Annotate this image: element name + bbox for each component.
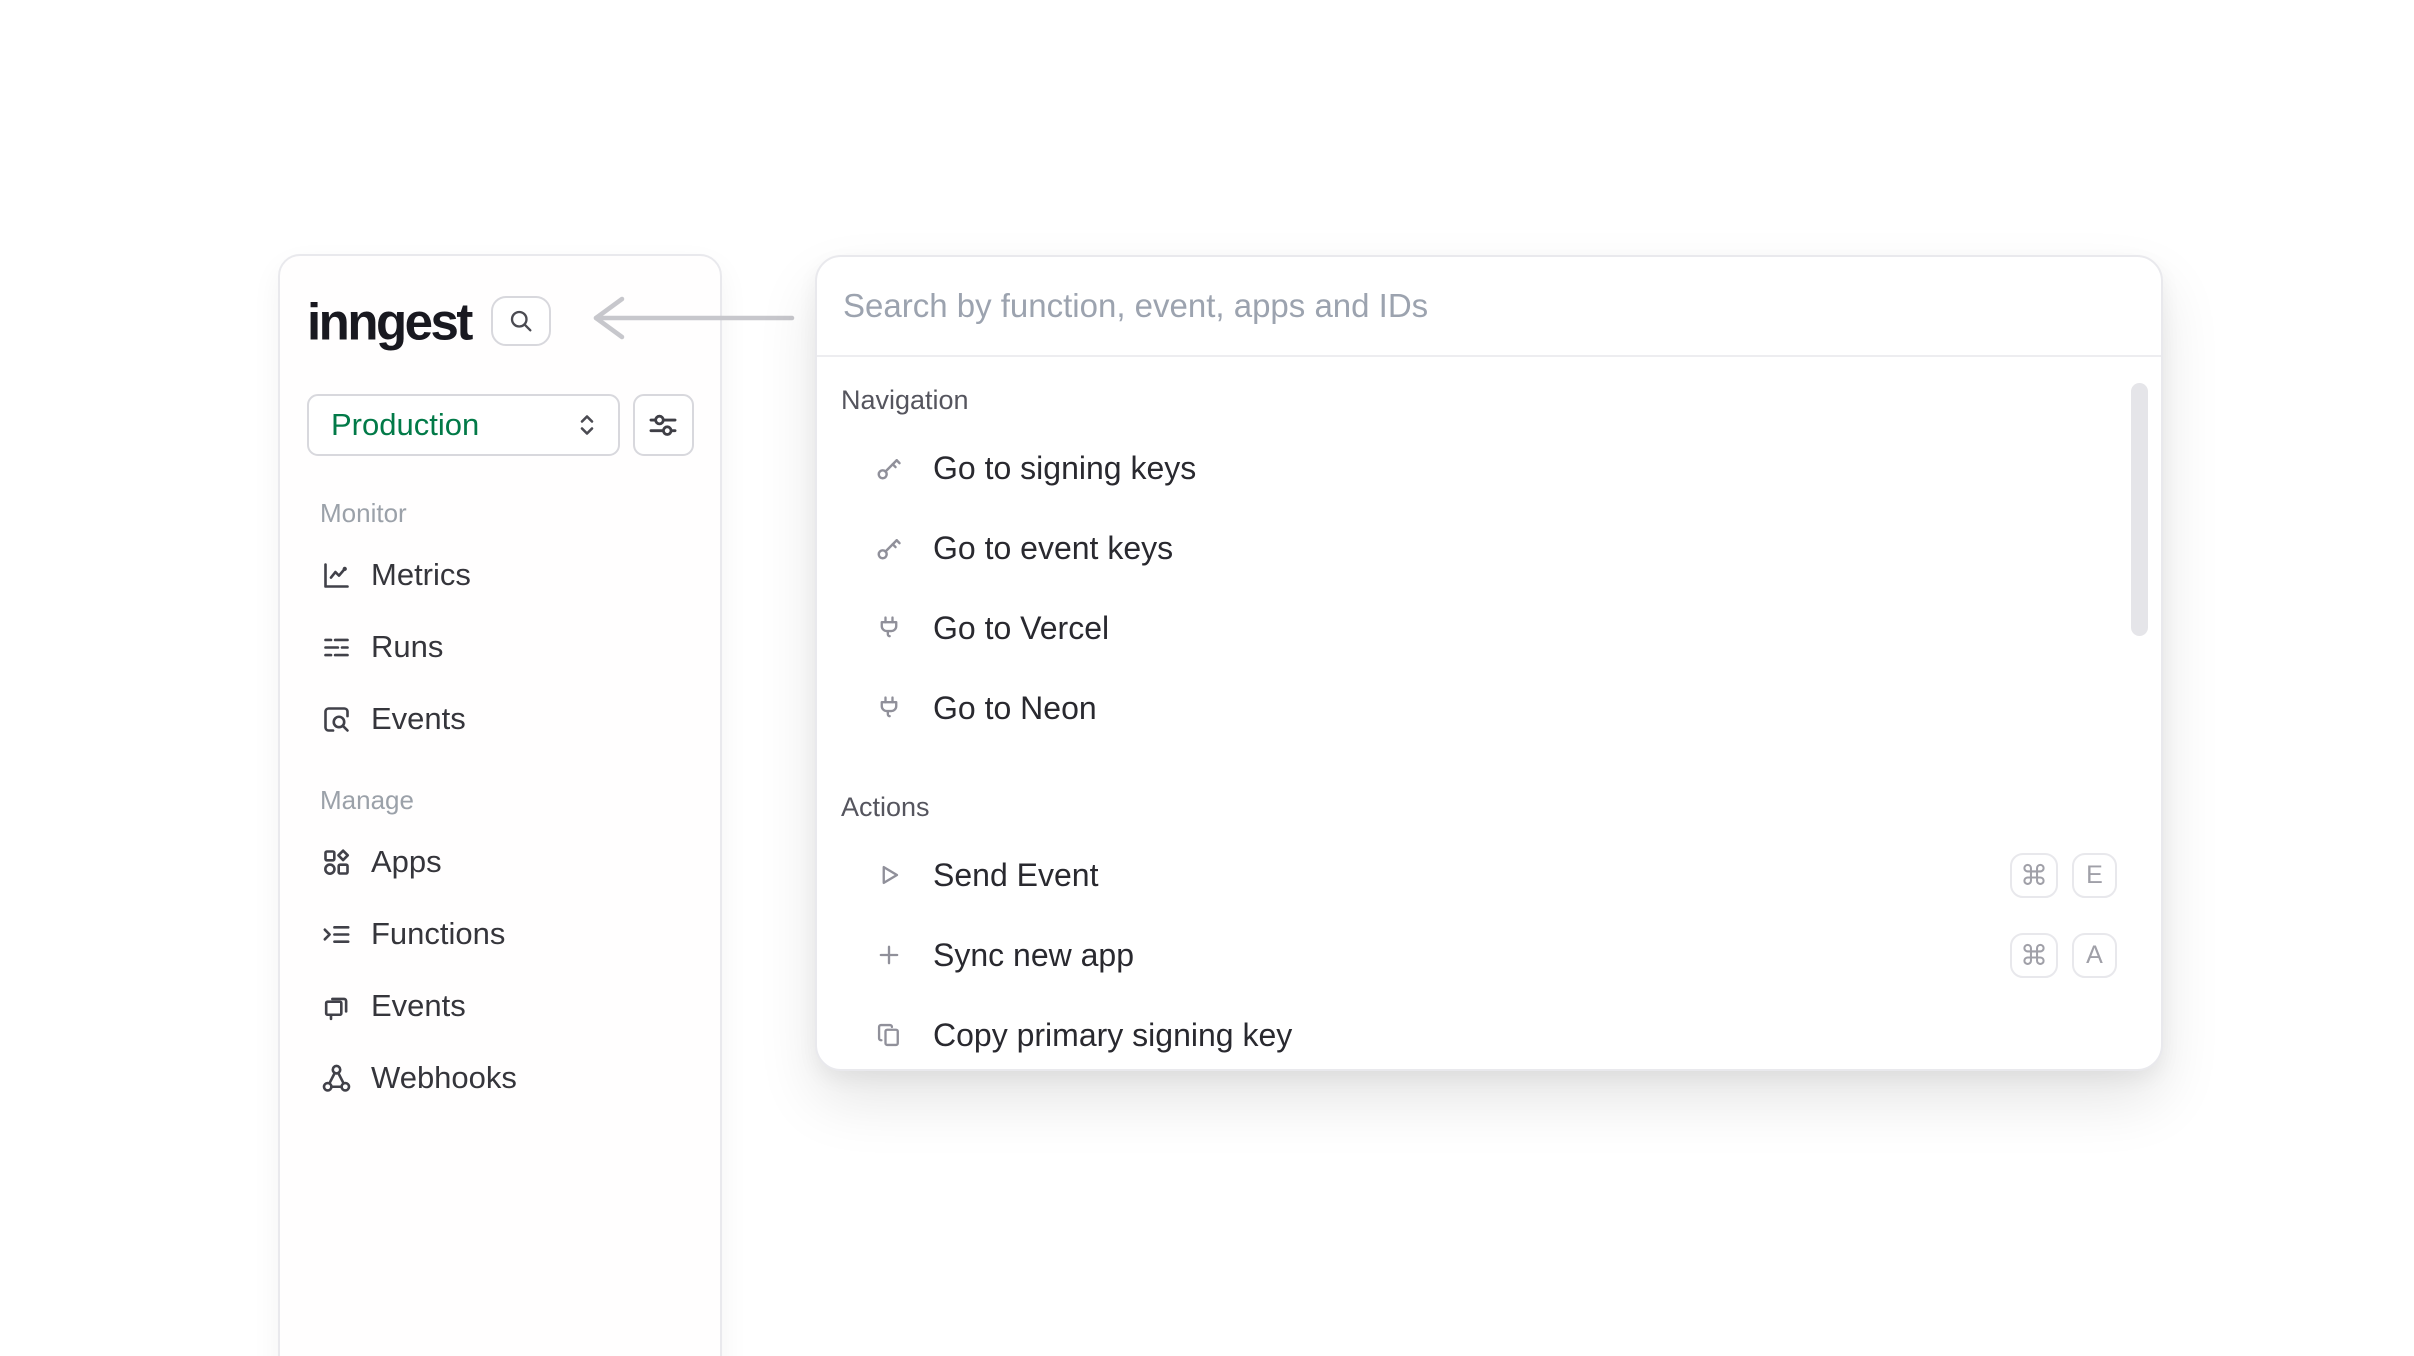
section-label-monitor: Monitor [320,498,694,529]
search-button[interactable] [491,296,551,346]
palette-item-label: Go to Neon [933,690,1097,727]
sidebar-item-webhooks[interactable]: Webhooks [320,1042,694,1114]
palette-item-send-event[interactable]: Send Event ⌘ E [817,835,2161,915]
sidebar-item-runs[interactable]: Runs [320,611,694,683]
inngest-logo: inngest [307,295,471,347]
palette-item-label: Go to signing keys [933,450,1196,487]
functions-icon [320,918,353,951]
palette-search-input[interactable] [841,286,2137,326]
palette-scrollbar-thumb[interactable] [2131,383,2148,636]
app-canvas: inngest Production [0,0,2414,1356]
group-label-actions: Actions [841,792,2161,823]
copy-icon [875,1021,903,1049]
sidebar-item-label: Functions [371,916,505,952]
events-icon [320,990,353,1023]
cmd-key: ⌘ [2010,853,2058,898]
play-icon [875,861,903,889]
command-palette: Navigation Go to signing keys Go to e [815,255,2163,1071]
palette-results: Navigation Go to signing keys Go to e [817,385,2161,1071]
palette-item-copy-primary-signing-key[interactable]: Copy primary signing key [817,995,2161,1071]
sidebar-item-events-manage[interactable]: Events [320,970,694,1042]
sidebar-nav: Monitor Metrics Runs [320,498,694,1114]
section-label-manage: Manage [320,785,694,816]
letter-key: E [2072,853,2117,898]
sliders-icon [646,408,680,442]
runs-icon [320,631,353,664]
environment-row: Production [307,394,694,456]
palette-item-label: Send Event [933,857,1098,894]
key-icon [875,534,903,562]
shortcut-keys: ⌘ E [2010,853,2117,898]
sidebar-item-label: Runs [371,629,443,665]
sidebar-item-label: Apps [371,844,442,880]
palette-item-go-to-neon[interactable]: Go to Neon [817,668,2161,748]
search-icon [507,307,535,335]
palette-item-label: Sync new app [933,937,1134,974]
sidebar-item-events-monitor[interactable]: Events [320,683,694,755]
palette-search-row [817,257,2161,357]
callout-arrow-icon [584,294,798,342]
palette-item-go-to-event-keys[interactable]: Go to event keys [817,508,2161,588]
sidebar-item-apps[interactable]: Apps [320,826,694,898]
key-icon [875,454,903,482]
plus-icon [875,941,903,969]
metrics-icon [320,559,353,592]
palette-item-go-to-signing-keys[interactable]: Go to signing keys [817,428,2161,508]
palette-item-sync-new-app[interactable]: Sync new app ⌘ A [817,915,2161,995]
sidebar-item-metrics[interactable]: Metrics [320,539,694,611]
palette-item-label: Copy primary signing key [933,1017,1292,1054]
environment-selected-value: Production [331,407,479,443]
sidebar-item-label: Events [371,988,466,1024]
sidebar-item-label: Events [371,701,466,737]
plug-icon [875,694,903,722]
group-label-navigation: Navigation [841,385,2161,416]
palette-item-label: Go to Vercel [933,610,1109,647]
sidebar-item-label: Metrics [371,557,471,593]
environment-filter-button[interactable] [633,394,694,456]
webhooks-icon [320,1062,353,1095]
shortcut-keys: ⌘ A [2010,933,2117,978]
sidebar-item-functions[interactable]: Functions [320,898,694,970]
cmd-key: ⌘ [2010,933,2058,978]
chevron-updown-icon [572,410,602,440]
sidebar-item-label: Webhooks [371,1060,517,1096]
plug-icon [875,614,903,642]
sidebar: inngest Production [278,254,722,1356]
palette-item-label: Go to event keys [933,530,1173,567]
environment-select[interactable]: Production [307,394,620,456]
letter-key: A [2072,933,2117,978]
events-search-icon [320,703,353,736]
palette-item-go-to-vercel[interactable]: Go to Vercel [817,588,2161,668]
apps-icon [320,846,353,879]
